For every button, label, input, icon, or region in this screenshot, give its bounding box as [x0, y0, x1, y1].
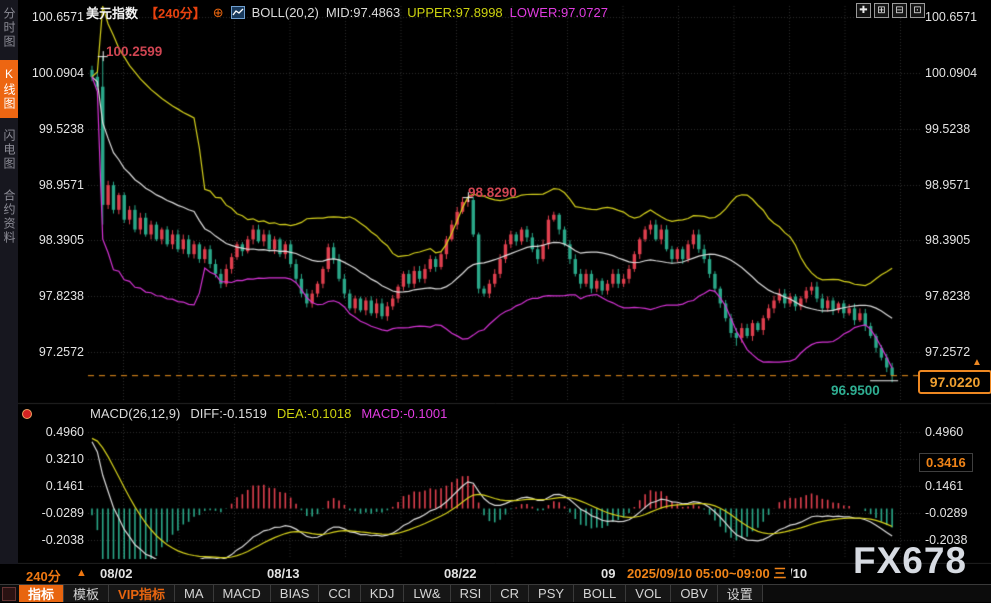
macd-header: MACD(26,12,9) DIFF:-0.1519 DEA:-0.1018 M… — [90, 406, 447, 421]
sidebar-tab-4[interactable]: 合约资料 — [0, 182, 18, 252]
toolbar-item-VOL[interactable]: VOL — [626, 585, 671, 602]
expand-icon[interactable]: ⊡ — [910, 3, 925, 18]
macd-axis-label-left: 0.4960 — [18, 424, 84, 440]
period-selector[interactable]: 240分 — [26, 566, 61, 585]
toolbar-item-设置[interactable]: 设置 — [718, 585, 763, 602]
price-axis-label-left: 97.8238 — [18, 288, 84, 304]
xtick-0802: 08/02 — [100, 566, 133, 581]
toolbar-item-KDJ[interactable]: KDJ — [361, 585, 405, 602]
indicator-dot-icon[interactable] — [22, 409, 32, 419]
xtick-10: /10 — [789, 566, 807, 581]
toolbar-item-BIAS[interactable]: BIAS — [271, 585, 320, 602]
toolbar-item-PSY[interactable]: PSY — [529, 585, 574, 602]
price-axis-label-left: 97.2572 — [18, 344, 84, 360]
left-sidebar: 分时图 K线图闪电图合约资料 — [0, 0, 18, 565]
toolbar-item-CR[interactable]: CR — [491, 585, 529, 602]
toolbar-item-BOLL[interactable]: BOLL — [574, 585, 626, 602]
sidebar-tab-2[interactable]: K线图 — [0, 60, 18, 118]
peak-annotation: 98.8290 — [468, 185, 517, 200]
macd-dea-value: DEA:-0.1018 — [277, 406, 351, 421]
sidebar-tab-3[interactable]: 闪电图 — [0, 122, 18, 178]
macd-axis-label-right: 0.4960 — [925, 424, 989, 440]
pane-down-icon[interactable]: ⊟ — [892, 3, 907, 18]
macd-axis-label-left: -0.0289 — [18, 505, 84, 521]
xtick-09: 09 — [601, 566, 615, 581]
xtick-0822: 08/22 — [444, 566, 477, 581]
xaxis-strip: 240分 ▲ 08/02 08/13 08/22 09 /10 2025/09/… — [0, 564, 991, 584]
high-annotation: 100.2599 — [106, 44, 162, 59]
price-up-arrow-icon: ▲ — [972, 357, 982, 368]
toolbar-item-MA[interactable]: MA — [175, 585, 214, 602]
low-annotation: 96.9500 — [831, 383, 880, 398]
pane-up-icon[interactable]: ⊞ — [874, 3, 889, 18]
macd-axis-label-left: 0.3210 — [18, 451, 84, 467]
kline-chart-canvas[interactable] — [0, 0, 991, 602]
boll-label: BOLL(20,2) — [252, 5, 319, 20]
macd-axis-label-right: 0.1461 — [925, 478, 989, 494]
price-axis-label-right: 99.5238 — [925, 121, 989, 137]
toolbar-item-RSI[interactable]: RSI — [451, 585, 492, 602]
price-axis-label-right: 100.6571 — [925, 9, 989, 25]
chart-tool-icons: ✚⊞⊟⊡ — [856, 3, 925, 18]
last-price-box: 97.0220 — [918, 370, 991, 394]
price-axis-label-right: 97.8238 — [925, 288, 989, 304]
toolbar-item-CCI[interactable]: CCI — [319, 585, 360, 602]
toolbar-item-MACD[interactable]: MACD — [214, 585, 271, 602]
price-axis-label-right: 98.3905 — [925, 232, 989, 248]
boll-lower-value: LOWER:97.0727 — [510, 5, 608, 20]
toolbar-mini-icon[interactable] — [2, 587, 16, 601]
symbol-name: 美元指数 — [86, 3, 138, 22]
xtick-0813: 08/13 — [267, 566, 300, 581]
bottom-toolbar: 指标模板VIP指标MAMACDBIASCCIKDJLW&RSICRPSYBOLL… — [0, 584, 991, 602]
macd-axis-label-right: -0.0289 — [925, 505, 989, 521]
toolbar-item-VIP指标[interactable]: VIP指标 — [109, 585, 175, 602]
macd-axis-label-left: 0.1461 — [18, 478, 84, 494]
price-axis-label-right: 100.0904 — [925, 65, 989, 81]
boll-upper-value: UPPER:97.8998 — [407, 5, 502, 20]
macd-axis-label-left: -0.2038 — [18, 532, 84, 548]
toolbar-item-LW&[interactable]: LW& — [404, 585, 450, 602]
macd-macd-value: MACD:-0.1001 — [361, 406, 447, 421]
toolbar-item-指标[interactable]: 指标 — [19, 585, 64, 602]
price-axis-label-left: 100.6571 — [18, 9, 84, 25]
macd-title: MACD(26,12,9) — [90, 406, 180, 421]
macd-diff-value: DIFF:-0.1519 — [190, 406, 267, 421]
toolbar-item-OBV[interactable]: OBV — [671, 585, 717, 602]
session-tooltip: 2025/09/10 05:00~09:00 三 — [622, 564, 791, 583]
toolbar-item-模板[interactable]: 模板 — [64, 585, 109, 602]
price-axis-label-left: 98.3905 — [18, 232, 84, 248]
chart-header: 美元指数 【240分】 ⊕ BOLL(20,2) MID:97.4863 UPP… — [86, 3, 608, 22]
macd-axis-value-box: 0.3416 — [919, 453, 973, 472]
price-axis-label-left: 99.5238 — [18, 121, 84, 137]
sidebar-tab-1[interactable]: 分时图 — [0, 0, 18, 56]
period-arrow-icon[interactable]: ▲ — [76, 567, 87, 579]
period-badge: 【240分】 — [145, 3, 206, 22]
link-icon[interactable]: ⊕ — [213, 5, 224, 21]
move-icon[interactable]: ✚ — [856, 3, 871, 18]
price-axis-label-right: 98.9571 — [925, 177, 989, 193]
boll-mid-value: MID:97.4863 — [326, 5, 400, 20]
macd-axis-label-right: -0.2038 — [925, 532, 989, 548]
chart-type-icon[interactable] — [231, 6, 245, 19]
price-axis-label-left: 100.0904 — [18, 65, 84, 81]
price-axis-label-left: 98.9571 — [18, 177, 84, 193]
